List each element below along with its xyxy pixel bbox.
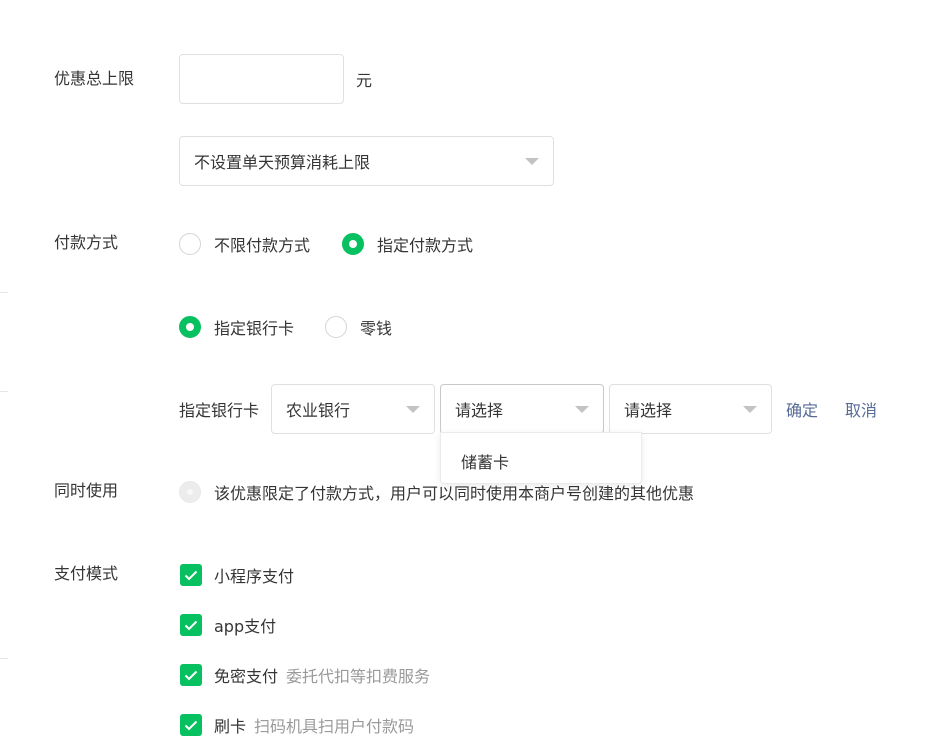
radio-bank-card[interactable]: 指定银行卡 <box>179 315 294 339</box>
payment-method-label: 付款方式 <box>54 233 119 252</box>
checkbox-label: 免密支付 <box>214 667 279 686</box>
radio-icon <box>179 233 201 255</box>
radio-checked-icon <box>179 316 201 338</box>
card-type-select[interactable]: 请选择 <box>440 384 604 434</box>
radio-bank-card-label: 指定银行卡 <box>214 319 295 338</box>
daily-budget-select[interactable]: 不设置单天预算消耗上限 <box>179 136 554 186</box>
radio-specified-payment-label: 指定付款方式 <box>377 236 474 255</box>
checkbox-checked-icon <box>180 714 202 736</box>
checkbox-mini-program-pay[interactable]: 小程序支付 <box>180 563 294 587</box>
left-separator <box>0 658 8 659</box>
radio-unlimited-payment[interactable]: 不限付款方式 <box>179 232 310 256</box>
bank-card-label: 指定银行卡 <box>179 401 260 420</box>
chevron-down-icon <box>575 406 589 413</box>
radio-icon <box>325 316 347 338</box>
checkbox-label: app支付 <box>214 617 277 636</box>
left-separator <box>0 391 8 392</box>
concurrent-use-label: 同时使用 <box>54 481 119 500</box>
pay-mode-label: 支付模式 <box>54 564 119 583</box>
card-level-selected: 请选择 <box>624 401 673 420</box>
checkbox-checked-icon <box>180 614 202 636</box>
checkbox-password-free-pay[interactable]: 免密支付 委托代扣等扣费服务 <box>180 663 430 687</box>
discount-limit-input[interactable] <box>179 54 344 104</box>
chevron-down-icon <box>743 406 757 413</box>
card-type-selected: 请选择 <box>455 401 504 420</box>
checkbox-label: 刷卡 <box>214 717 247 736</box>
chevron-down-icon <box>406 406 420 413</box>
radio-change[interactable]: 零钱 <box>325 315 392 339</box>
radio-change-label: 零钱 <box>360 319 393 338</box>
dropdown-option-savings-card[interactable]: 储蓄卡 <box>461 449 509 473</box>
checkbox-app-pay[interactable]: app支付 <box>180 613 276 637</box>
confirm-link[interactable]: 确定 <box>786 397 818 421</box>
radio-disabled-icon <box>179 481 201 503</box>
checkbox-card-swipe[interactable]: 刷卡 扫码机具扫用户付款码 <box>180 713 414 737</box>
bank-select[interactable]: 农业银行 <box>271 384 435 434</box>
checkbox-hint: 扫码机具扫用户付款码 <box>254 717 415 736</box>
bank-selected: 农业银行 <box>286 401 351 420</box>
radio-unlimited-payment-label: 不限付款方式 <box>214 236 311 255</box>
radio-checked-icon <box>342 233 364 255</box>
cancel-link[interactable]: 取消 <box>845 397 877 421</box>
daily-budget-selected: 不设置单天预算消耗上限 <box>194 153 371 172</box>
chevron-down-icon <box>525 158 539 165</box>
card-type-dropdown: 储蓄卡 <box>440 432 642 484</box>
discount-limit-unit: 元 <box>356 71 373 90</box>
radio-specified-payment[interactable]: 指定付款方式 <box>342 232 473 256</box>
checkbox-checked-icon <box>180 564 202 586</box>
left-separator <box>0 292 8 293</box>
discount-limit-label: 优惠总上限 <box>54 69 135 88</box>
card-level-select[interactable]: 请选择 <box>609 384 772 434</box>
checkbox-checked-icon <box>180 664 202 686</box>
checkbox-hint: 委托代扣等扣费服务 <box>286 667 431 686</box>
checkbox-label: 小程序支付 <box>214 567 295 586</box>
